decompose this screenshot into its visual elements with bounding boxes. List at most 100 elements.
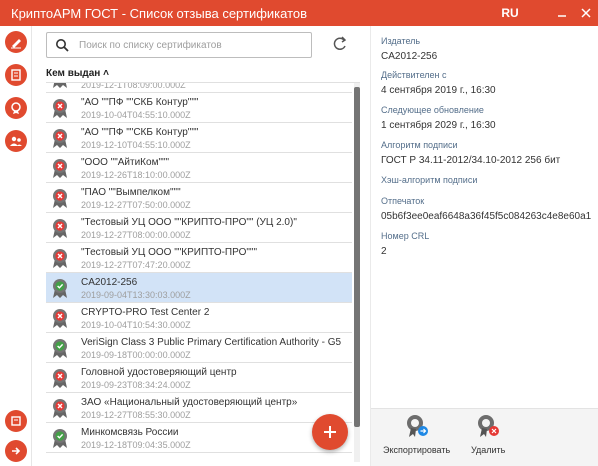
list-item[interactable]: "ПАО ""Вымпелком""" 2019-12-27T07:50:00.…: [46, 183, 352, 213]
list-item[interactable]: CRYPTO-PRO Test Center 2 2019-10-04T10:5…: [46, 303, 352, 333]
list-item-date: 2019-12-27T07:47:20.000Z: [81, 260, 191, 270]
logout-icon: [12, 447, 21, 455]
sidebar-item-signature[interactable]: [5, 31, 27, 53]
list-item-date: 2019-10-04T10:54:30.000Z: [81, 320, 191, 330]
list-item-name: VeriSign Class 3 Public Primary Certific…: [81, 337, 342, 348]
list-item[interactable]: "Тестовый УЦ ООО ""КРИПТО-ПРО"" (УЦ 2.0)…: [46, 213, 352, 243]
list-item-date: 2019-12-27T07:50:00.000Z: [81, 200, 191, 210]
field-value: 1 сентября 2029 г., 16:30: [381, 120, 496, 131]
crl-list: 2019-12-1T08:09:00.000Z "АО ""ПФ ""СКБ К…: [46, 82, 360, 462]
add-button[interactable]: [312, 414, 348, 450]
list-item[interactable]: "АО ""ПФ ""СКБ Контур""" 2019-10-04T04:5…: [46, 93, 352, 123]
list-item[interactable]: "АО ""ПФ ""СКБ Контур""" 2019-12-10T04:5…: [46, 123, 352, 153]
window-title: КриптоАРМ ГОСТ - Список отзыва сертифика…: [11, 5, 308, 21]
list-item-name: CRYPTO-PRO Test Center 2: [81, 307, 210, 318]
field-label: Отпечаток: [381, 196, 425, 206]
search-field[interactable]: Поиск по списку сертификатов: [46, 32, 312, 58]
actions-bar: Экспортировать Удалить: [371, 408, 598, 466]
document-list-icon: [11, 69, 21, 81]
list-item-name: "АО ""ПФ ""СКБ Контур""": [81, 97, 199, 108]
field-thumbprint: Отпечаток 05b6f3ee0eaf6648a36f45f5c08426…: [381, 196, 591, 222]
list-item[interactable]: VeriSign Class 3 Public Primary Certific…: [46, 333, 352, 363]
help-icon: [11, 416, 21, 426]
field-hash-algorithm: Хэш-алгоритм подписи: [381, 175, 477, 185]
field-crl-number: Номер CRL 2: [381, 231, 429, 257]
list-item[interactable]: ЗАО «Национальный удостоверяющий центр» …: [46, 393, 352, 423]
list-item[interactable]: "ООО ""АйтиКом""" 2019-12-26T18:10:00.00…: [46, 153, 352, 183]
certificate-error-icon: [53, 99, 67, 118]
details-panel: Издатель CA2012-256 Действителен с 4 сен…: [370, 26, 598, 466]
sidebar-item-contacts[interactable]: [5, 130, 27, 152]
list-item-date: 2019-12-27T08:55:30.000Z: [81, 410, 191, 420]
language-switch[interactable]: RU: [490, 6, 530, 20]
list-item-partial[interactable]: 2019-12-1T08:09:00.000Z: [46, 82, 352, 93]
list-item-name: CA2012-256: [81, 277, 138, 288]
delete-button-label: Удалить: [471, 445, 506, 455]
certificate-icon: [11, 102, 21, 114]
certificate-ok-icon: [53, 339, 67, 358]
sidebar-item-documents[interactable]: [5, 64, 27, 86]
list-item-date: 2019-12-10T04:55:10.000Z: [81, 140, 191, 150]
certificate-error-icon: [53, 399, 67, 418]
close-button[interactable]: [574, 0, 598, 26]
list-item-name: Головной удостоверяющий центр: [81, 367, 237, 378]
field-value: 4 сентября 2019 г., 16:30: [381, 85, 496, 96]
field-label: Номер CRL: [381, 231, 430, 241]
column-header-issuer[interactable]: Кем выдан ˄: [46, 68, 109, 79]
list-item[interactable]: "Тестовый УЦ ООО ""КРИПТО-ПРО""" 2019-12…: [46, 243, 352, 273]
export-certificate-icon: [406, 415, 428, 437]
list-item-date: 2019-12-1T08:09:00.000Z: [81, 82, 186, 90]
certificate-error-icon: [53, 129, 67, 148]
field-label: Следующее обновление: [381, 105, 484, 115]
list-item-name: "АО ""ПФ ""СКБ Контур""": [81, 127, 199, 138]
sidebar-item-help[interactable]: [5, 410, 27, 432]
plus-icon: [324, 426, 336, 438]
list-item[interactable]: Головной удостоверяющий центр 2019-09-23…: [46, 363, 352, 393]
sidebar-item-logout[interactable]: [5, 440, 27, 462]
field-value: CA2012-256: [381, 51, 438, 62]
refresh-icon: [333, 36, 347, 50]
minimize-button[interactable]: [550, 0, 574, 26]
certificate-ok-icon: [53, 429, 67, 448]
search-icon: [56, 39, 69, 52]
field-label: Действителен с: [381, 70, 447, 80]
certificate-error-icon: [53, 83, 67, 88]
field-label: Хэш-алгоритм подписи: [381, 175, 478, 185]
list-item-date: 2019-10-04T04:55:10.000Z: [81, 110, 191, 120]
certificate-error-icon: [53, 189, 67, 208]
refresh-button[interactable]: [330, 34, 350, 54]
list-item-date: 2019-09-04T13:30:03.000Z: [81, 290, 191, 300]
list-item-name: ЗАО «Национальный удостоверяющий центр»: [81, 397, 298, 408]
field-value: 2: [381, 246, 387, 257]
minimize-icon: [558, 15, 566, 17]
delete-button[interactable]: Удалить: [471, 413, 505, 455]
title-bar: КриптоАРМ ГОСТ - Список отзыва сертифика…: [0, 0, 598, 26]
sidebar-item-certificates[interactable]: [5, 97, 27, 119]
certificate-error-icon: [53, 249, 67, 268]
certificate-error-icon: [53, 219, 67, 238]
list-item-name: Минкомсвязь России: [81, 427, 179, 438]
certificate-error-icon: [53, 369, 67, 388]
list-scrollbar[interactable]: [354, 83, 360, 462]
field-value: 05b6f3ee0eaf6648a36f45f5c084263c4e8e60a1: [381, 211, 592, 222]
crl-list-panel: Поиск по списку сертификатов Кем выдан ˄…: [36, 26, 362, 466]
users-icon: [10, 136, 22, 146]
list-item[interactable]: Минкомсвязь России 2019-12-18T09:04:35.0…: [46, 423, 352, 453]
certificate-error-icon: [53, 159, 67, 178]
export-button[interactable]: Экспортировать: [383, 413, 450, 455]
search-input[interactable]: Поиск по списку сертификатов: [79, 40, 222, 51]
list-item-selected[interactable]: CA2012-256 2019-09-04T13:30:03.000Z: [46, 273, 352, 303]
field-next-update: Следующее обновление 1 сентября 2029 г.,…: [381, 105, 496, 131]
list-item-date: 2019-12-26T18:10:00.000Z: [81, 170, 191, 180]
list-item-date: 2019-09-23T08:34:24.000Z: [81, 380, 191, 390]
list-item-name: "Тестовый УЦ ООО ""КРИПТО-ПРО""": [81, 247, 257, 258]
scrollbar-thumb[interactable]: [354, 87, 360, 427]
certificate-ok-icon: [53, 279, 67, 298]
field-label: Издатель: [381, 36, 421, 46]
field-signature-algorithm: Алгоритм подписи ГОСТ Р 34.11-2012/34.10…: [381, 140, 560, 166]
field-label: Алгоритм подписи: [381, 140, 458, 150]
certificate-error-icon: [53, 309, 67, 328]
export-button-label: Экспортировать: [383, 445, 451, 455]
list-item-name: "ПАО ""Вымпелком""": [81, 187, 181, 198]
field-value: ГОСТ Р 34.11-2012/34.10-2012 256 бит: [381, 155, 561, 166]
